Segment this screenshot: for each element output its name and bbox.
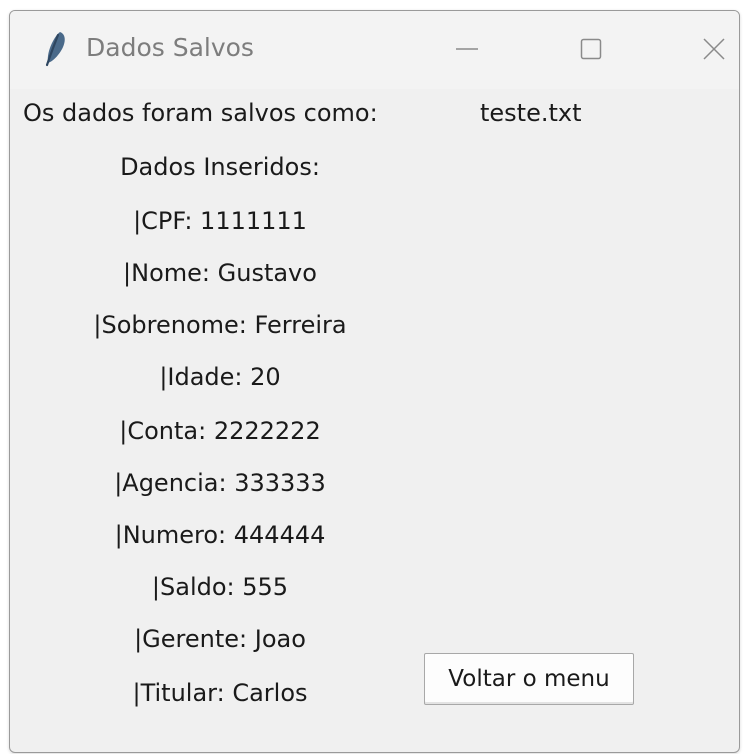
- saved-as-label: Os dados foram salvos como:: [23, 99, 378, 127]
- field-conta: |Conta: 2222222: [119, 417, 321, 445]
- field-nome: |Nome: Gustavo: [123, 259, 317, 287]
- maximize-button[interactable]: [567, 25, 615, 73]
- minimize-button[interactable]: [443, 25, 491, 73]
- data-heading: Dados Inseridos:: [120, 153, 320, 181]
- field-saldo: |Saldo: 555: [151, 573, 289, 601]
- dados-salvos-window: Dados Salvos Os dados foram salvos como:…: [9, 10, 740, 753]
- field-titular: |Titular: Carlos: [132, 679, 308, 707]
- close-icon: [703, 38, 725, 60]
- window-title: Dados Salvos: [86, 33, 254, 62]
- field-gerente: |Gerente: Joao: [134, 625, 306, 653]
- maximize-icon: [580, 38, 602, 60]
- field-cpf: |CPF: 1111111: [133, 207, 307, 235]
- saved-filename: teste.txt: [480, 99, 582, 127]
- minimize-icon: [456, 48, 478, 50]
- field-numero: |Numero: 444444: [114, 521, 326, 549]
- field-sobrenome: |Sobrenome: Ferreira: [93, 311, 347, 339]
- feather-icon: [38, 29, 70, 69]
- back-to-menu-button[interactable]: Voltar o menu: [424, 653, 634, 705]
- title-bar[interactable]: Dados Salvos: [10, 11, 739, 89]
- close-button[interactable]: [690, 25, 738, 73]
- field-agencia: |Agencia: 333333: [114, 469, 326, 497]
- field-idade: |Idade: 20: [159, 363, 281, 391]
